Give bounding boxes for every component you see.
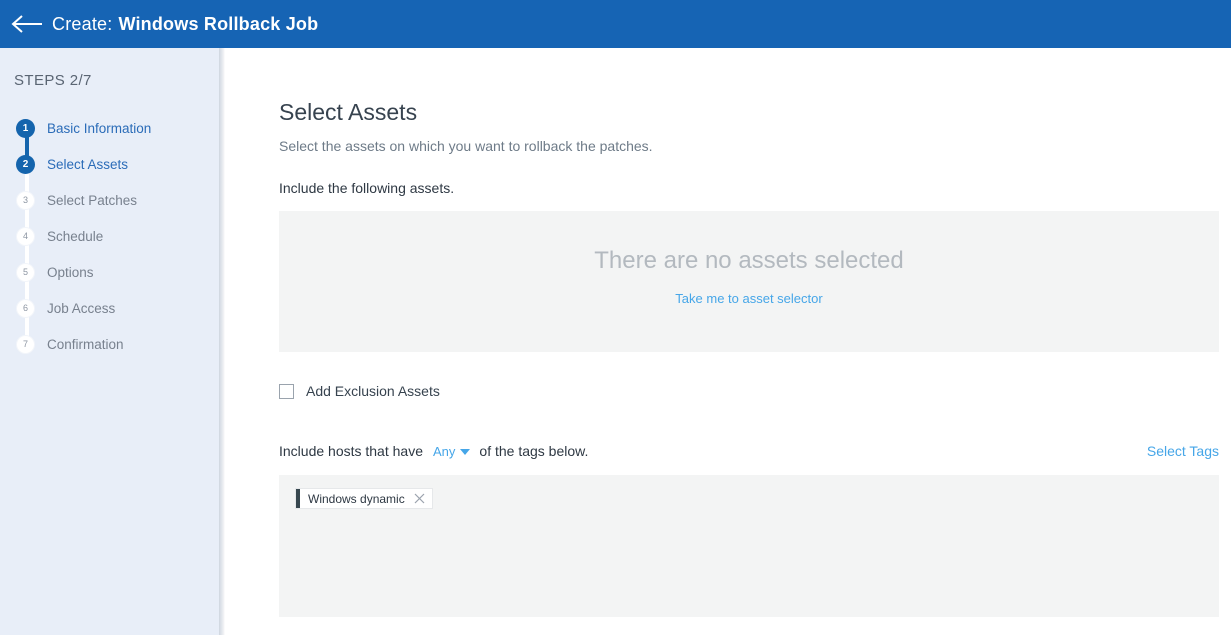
tag-chip[interactable]: Windows dynamic	[295, 488, 433, 509]
page-subtitle: Select the assets on which you want to r…	[279, 138, 653, 154]
sidebar-item-label: Select Patches	[47, 193, 137, 208]
close-icon[interactable]	[413, 492, 426, 505]
tag-match-mode-dropdown[interactable]: Any	[433, 444, 470, 459]
step-number-badge: 3	[16, 191, 35, 210]
step-number-badge: 7	[16, 335, 35, 354]
sidebar-item-basic-information[interactable]: 1 Basic Information	[0, 110, 219, 146]
page-title: Select Assets	[279, 99, 417, 126]
tag-match-mode-value: Any	[433, 444, 455, 459]
sidebar-item-label: Job Access	[47, 301, 115, 316]
select-tags-link[interactable]: Select Tags	[1147, 443, 1219, 459]
sidebar-item-options[interactable]: 5 Options	[0, 254, 219, 290]
tag-accent-bar	[296, 489, 300, 508]
step-number-badge: 6	[16, 299, 35, 318]
assets-empty-state: There are no assets selected Take me to …	[279, 211, 1219, 308]
sidebar-item-schedule[interactable]: 4 Schedule	[0, 218, 219, 254]
step-number-badge: 2	[16, 155, 35, 174]
selected-assets-panel: There are no assets selected Take me to …	[279, 211, 1219, 352]
sidebar-item-label: Select Assets	[47, 157, 128, 172]
tags-section-header: Include hosts that have Any of the tags …	[279, 443, 1219, 459]
include-assets-label: Include the following assets.	[279, 180, 454, 196]
sidebar-item-select-patches[interactable]: 3 Select Patches	[0, 182, 219, 218]
main-content: Select Assets Select the assets on which…	[225, 48, 1231, 635]
sidebar-item-label: Basic Information	[47, 121, 151, 136]
add-exclusion-assets-checkbox[interactable]	[279, 384, 294, 399]
step-number-badge: 4	[16, 227, 35, 246]
chevron-down-icon	[460, 449, 470, 455]
add-exclusion-assets-row[interactable]: Add Exclusion Assets	[279, 383, 440, 399]
tags-sentence-end: of the tags below.	[479, 443, 588, 459]
tags-match-sentence: Include hosts that have Any of the tags …	[279, 443, 588, 459]
assets-empty-title: There are no assets selected	[279, 247, 1219, 275]
steps-counter-label: STEPS 2/7	[14, 72, 92, 89]
app-header: Create: Windows Rollback Job	[0, 0, 1231, 48]
asset-selector-link[interactable]: Take me to asset selector	[675, 291, 822, 306]
header-job-name: Windows Rollback Job	[118, 14, 318, 34]
page-header-title: Create: Windows Rollback Job	[52, 14, 318, 35]
sidebar-item-label: Options	[47, 265, 94, 280]
step-number-badge: 1	[16, 119, 35, 138]
sidebar-item-confirmation[interactable]: 7 Confirmation	[0, 326, 219, 362]
sidebar-item-select-assets[interactable]: 2 Select Assets	[0, 146, 219, 182]
tag-chip-label: Windows dynamic	[308, 492, 405, 506]
tags-sentence-start: Include hosts that have	[279, 443, 423, 459]
sidebar-item-job-access[interactable]: 6 Job Access	[0, 290, 219, 326]
sidebar-item-label: Schedule	[47, 229, 103, 244]
header-title-prefix: Create:	[52, 14, 112, 34]
selected-tags-panel: Windows dynamic	[279, 475, 1219, 617]
wizard-stepper: 1 Basic Information 2 Select Assets 3 Se…	[0, 110, 219, 362]
step-number-badge: 5	[16, 263, 35, 282]
back-arrow-icon[interactable]	[10, 12, 44, 36]
sidebar-item-label: Confirmation	[47, 337, 124, 352]
add-exclusion-assets-label: Add Exclusion Assets	[306, 383, 440, 399]
wizard-sidebar: STEPS 2/7 1 Basic Information 2 Select A…	[0, 48, 219, 635]
